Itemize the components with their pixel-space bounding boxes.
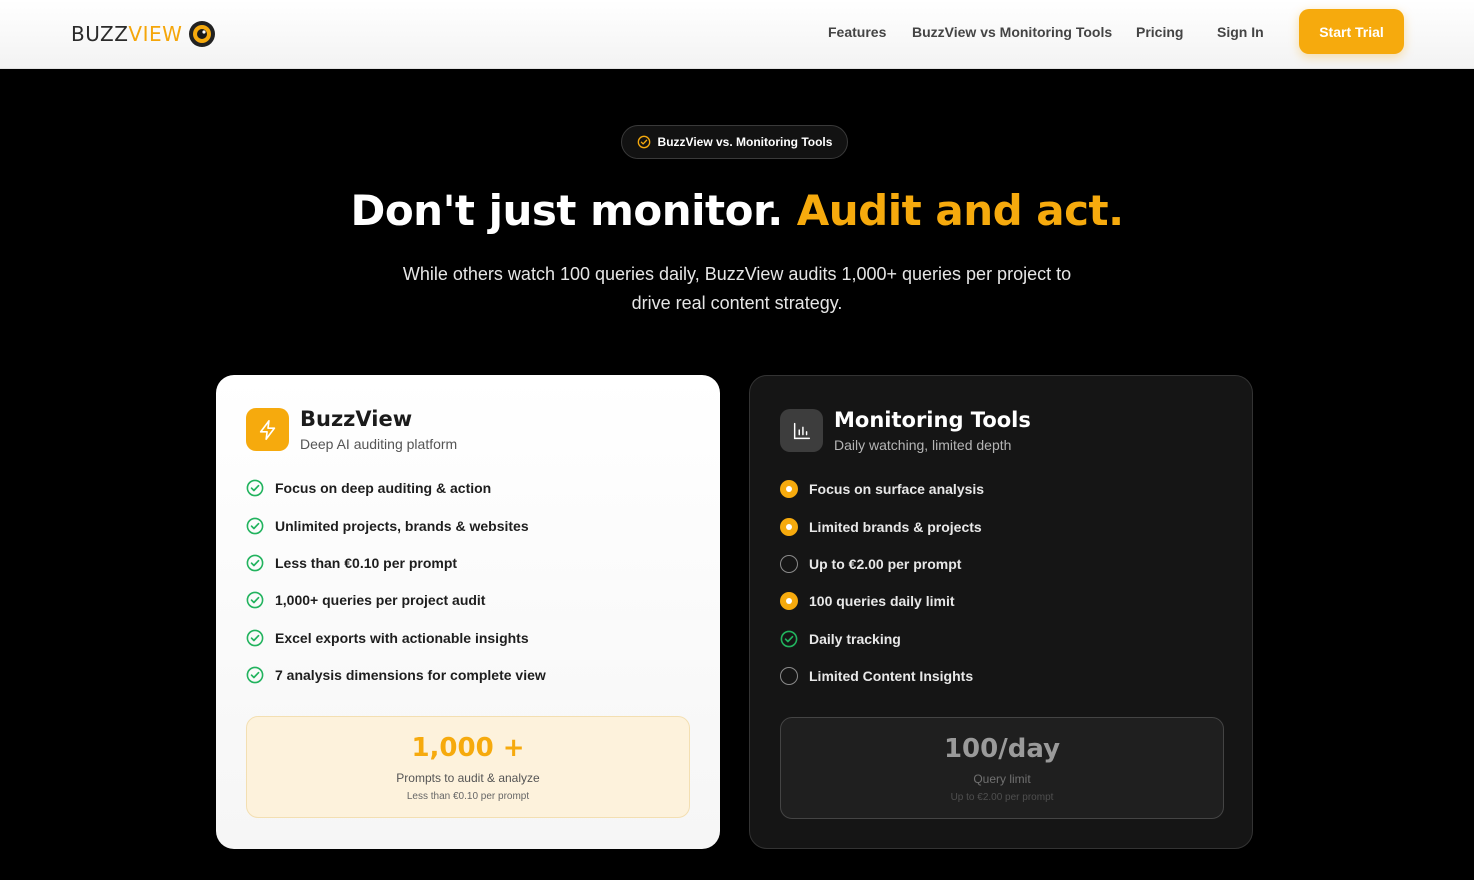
check-circle-icon [246, 479, 264, 497]
feature-text: Excel exports with actionable insights [275, 630, 529, 646]
top-nav: BUZZVIEW Features BuzzView vs Monitoring… [0, 0, 1474, 69]
page-headline: Don't just monitor. Audit and act. [0, 186, 1474, 235]
feature-item: Less than €0.10 per prompt [246, 554, 457, 572]
feature-text: Focus on deep auditing & action [275, 480, 492, 496]
filled-dot-icon [780, 518, 798, 536]
empty-circle-icon [780, 555, 798, 573]
feature-item: Focus on surface analysis [780, 480, 984, 498]
feature-text: Less than €0.10 per prompt [275, 555, 458, 571]
feature-item: Daily tracking [780, 630, 901, 648]
feature-item: 100 queries daily limit [780, 592, 955, 610]
feature-text: 1,000+ queries per project audit [275, 592, 486, 608]
filled-dot-icon [780, 592, 798, 610]
feature-text: Daily tracking [809, 631, 901, 647]
check-circle-icon [246, 666, 264, 684]
nav-link-pricing[interactable]: Pricing [1136, 24, 1183, 40]
stat-note: Up to €2.00 per prompt [950, 792, 1054, 803]
stat-value: 1,000 + [411, 733, 525, 763]
check-circle-icon [246, 517, 264, 535]
feature-item: Focus on deep auditing & action [246, 479, 491, 497]
bar-chart-icon [780, 409, 823, 452]
feature-text: 7 analysis dimensions for complete view [275, 667, 546, 683]
feature-text: Unlimited projects, brands & websites [275, 518, 529, 534]
feature-item: Unlimited projects, brands & websites [246, 517, 529, 535]
feature-text: Limited brands & projects [809, 519, 982, 535]
stat-box: 100/day Query limit Up to €2.00 per prom… [780, 717, 1224, 819]
check-circle-icon [780, 630, 798, 648]
stat-value: 100/day [943, 734, 1061, 764]
badge-label: BuzzView vs. Monitoring Tools [657, 135, 833, 149]
card-title: BuzzView [300, 407, 413, 431]
card-subtitle: Daily watching, limited depth [834, 437, 1012, 453]
lightning-icon [246, 408, 289, 451]
feature-text: Focus on surface analysis [809, 481, 985, 497]
stat-note: Less than €0.10 per prompt [406, 791, 530, 802]
headline-primary: Don't just monitor. [350, 186, 783, 235]
nav-link-sign-in[interactable]: Sign In [1217, 24, 1264, 40]
feature-item: Excel exports with actionable insights [246, 629, 529, 647]
feature-item: 7 analysis dimensions for complete view [246, 666, 546, 684]
feature-text: Up to €2.00 per prompt [809, 556, 962, 572]
nav-link-comparison[interactable]: BuzzView vs Monitoring Tools [912, 24, 1112, 40]
feature-item: Limited Content Insights [780, 667, 973, 685]
nav-link-features[interactable]: Features [828, 24, 886, 40]
stat-label: Query limit [973, 772, 1031, 786]
filled-dot-icon [780, 480, 798, 498]
stat-box: 1,000 + Prompts to audit & analyze Less … [246, 716, 690, 818]
stat-label: Prompts to audit & analyze [396, 771, 540, 785]
check-circle-icon [246, 554, 264, 572]
card-subtitle: Deep AI auditing platform [300, 436, 458, 452]
check-circle-icon [246, 629, 264, 647]
monitoring-tools-card: Monitoring Tools Daily watching, limited… [749, 375, 1253, 849]
check-circle-icon [637, 135, 650, 149]
feature-item: Limited brands & projects [780, 518, 982, 536]
empty-circle-icon [780, 667, 798, 685]
feature-text: Limited Content Insights [809, 668, 974, 684]
nav-links: Features BuzzView vs Monitoring Tools Pr… [0, 0, 1474, 64]
card-title: Monitoring Tools [834, 408, 1031, 432]
check-circle-icon [246, 591, 264, 609]
comparison-badge: BuzzView vs. Monitoring Tools [621, 125, 848, 159]
feature-item: 1,000+ queries per project audit [246, 591, 485, 609]
hero-subtitle: While others watch 100 queries daily, Bu… [402, 264, 1072, 313]
feature-text: 100 queries daily limit [809, 593, 955, 609]
feature-item: Up to €2.00 per prompt [780, 555, 961, 573]
headline-accent: Audit and act. [796, 186, 1124, 235]
buzzview-card: BuzzView Deep AI auditing platform Focus… [216, 375, 720, 849]
start-trial-button[interactable]: Start Trial [1299, 9, 1404, 54]
